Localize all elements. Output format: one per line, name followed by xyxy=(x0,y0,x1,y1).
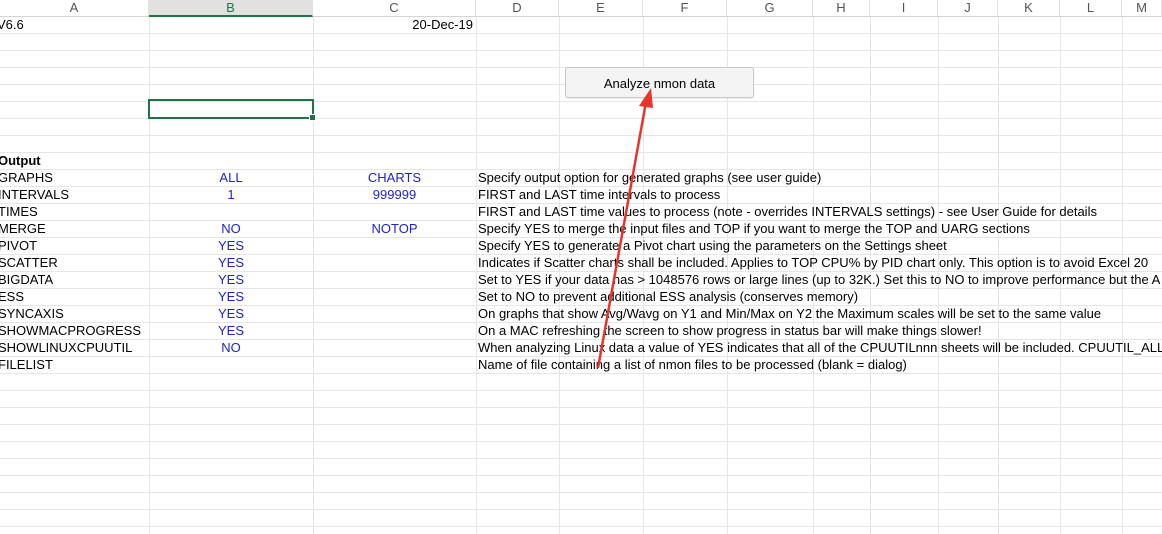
arrow-head xyxy=(639,88,653,108)
red-arrow-annotation xyxy=(596,88,653,369)
arrow-shaft xyxy=(596,101,648,369)
